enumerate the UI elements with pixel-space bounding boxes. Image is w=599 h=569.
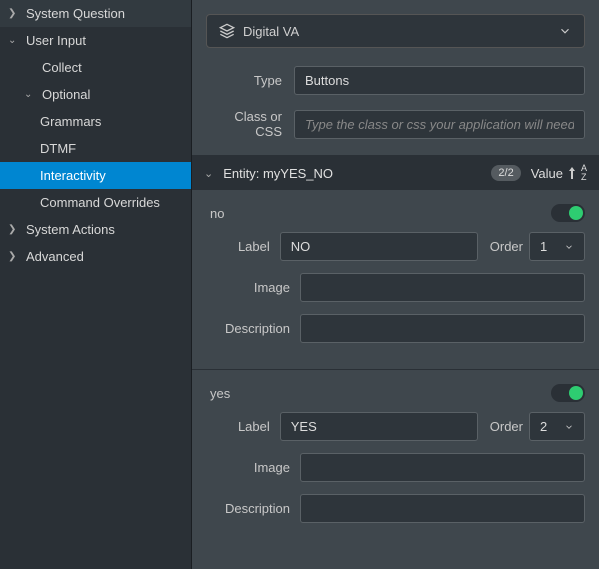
label-field-label: Label bbox=[206, 419, 280, 434]
order-label: Order bbox=[490, 419, 523, 434]
sort-asc-icon bbox=[567, 167, 577, 179]
sidebar-item-optional[interactable]: ⌄ Optional bbox=[0, 81, 191, 108]
description-input[interactable] bbox=[300, 494, 585, 523]
class-label: Class or CSS bbox=[206, 109, 294, 139]
entity-value-no: no Label Order 1 Image Description bbox=[192, 190, 599, 369]
sidebar-item-interactivity[interactable]: Interactivity bbox=[0, 162, 191, 189]
type-label: Type bbox=[206, 73, 294, 88]
class-input[interactable] bbox=[294, 110, 585, 139]
chevron-down-icon bbox=[564, 422, 574, 432]
description-field-label: Description bbox=[206, 321, 300, 336]
order-label: Order bbox=[490, 239, 523, 254]
chevron-down-icon: ⌄ bbox=[24, 89, 38, 100]
value-toggle[interactable] bbox=[551, 384, 585, 402]
image-field-label: Image bbox=[206, 280, 300, 295]
label-field-label: Label bbox=[206, 239, 280, 254]
description-field-label: Description bbox=[206, 501, 300, 516]
sidebar-item-grammars[interactable]: Grammars bbox=[0, 108, 191, 135]
sidebar-item-dtmf[interactable]: DTMF bbox=[0, 135, 191, 162]
order-value: 1 bbox=[540, 239, 547, 254]
entity-title: Entity: myYES_NO bbox=[223, 166, 481, 181]
value-name: yes bbox=[206, 386, 230, 401]
sidebar-item-label: Command Overrides bbox=[40, 195, 160, 210]
sidebar-item-label: Interactivity bbox=[40, 168, 106, 183]
sidebar-item-label: System Question bbox=[26, 6, 125, 21]
sidebar-item-system-actions[interactable]: ❯ System Actions bbox=[0, 216, 191, 243]
image-input[interactable] bbox=[300, 453, 585, 482]
sort-label: Value bbox=[531, 166, 563, 181]
chevron-down-icon: ⌄ bbox=[204, 167, 213, 180]
sort-alpha-icon: AZ bbox=[581, 164, 587, 182]
value-name: no bbox=[206, 206, 224, 221]
layers-icon bbox=[219, 23, 235, 39]
order-value: 2 bbox=[540, 419, 547, 434]
main-panel: Digital VA Type Class or CSS ⌄ Entity: m… bbox=[192, 0, 599, 569]
chevron-right-icon: ❯ bbox=[8, 251, 22, 262]
label-input[interactable] bbox=[280, 232, 478, 261]
sidebar-item-collect[interactable]: Collect bbox=[0, 54, 191, 81]
sidebar-item-label: Grammars bbox=[40, 114, 101, 129]
chevron-down-icon: ⌄ bbox=[8, 35, 22, 46]
entity-header[interactable]: ⌄ Entity: myYES_NO 2/2 Value AZ bbox=[192, 156, 599, 190]
image-input[interactable] bbox=[300, 273, 585, 302]
sidebar-item-system-question[interactable]: ❯ System Question bbox=[0, 0, 191, 27]
order-select[interactable]: 2 bbox=[529, 412, 585, 441]
sort-control[interactable]: Value AZ bbox=[531, 164, 587, 182]
chevron-down-icon bbox=[564, 242, 574, 252]
sidebar: ❯ System Question ⌄ User Input Collect ⌄ Op… bbox=[0, 0, 192, 569]
chevron-right-icon: ❯ bbox=[8, 8, 22, 19]
channel-select[interactable]: Digital VA bbox=[206, 14, 585, 48]
sidebar-item-label: Advanced bbox=[26, 249, 84, 264]
sidebar-item-user-input[interactable]: ⌄ User Input bbox=[0, 27, 191, 54]
sidebar-item-label: User Input bbox=[26, 33, 86, 48]
image-field-label: Image bbox=[206, 460, 300, 475]
sidebar-item-label: System Actions bbox=[26, 222, 115, 237]
description-input[interactable] bbox=[300, 314, 585, 343]
sidebar-item-label: Optional bbox=[42, 87, 90, 102]
chevron-right-icon: ❯ bbox=[8, 224, 22, 235]
sidebar-item-label: DTMF bbox=[40, 141, 76, 156]
order-select[interactable]: 1 bbox=[529, 232, 585, 261]
channel-label: Digital VA bbox=[243, 24, 299, 39]
type-input[interactable] bbox=[294, 66, 585, 95]
entity-count-badge: 2/2 bbox=[491, 165, 520, 181]
sidebar-item-advanced[interactable]: ❯ Advanced bbox=[0, 243, 191, 270]
sidebar-item-label: Collect bbox=[42, 60, 82, 75]
chevron-down-icon bbox=[558, 24, 572, 38]
sidebar-item-command-overrides[interactable]: Command Overrides bbox=[0, 189, 191, 216]
label-input[interactable] bbox=[280, 412, 478, 441]
entity-value-yes: yes Label Order 2 Image Description bbox=[192, 370, 599, 549]
value-toggle[interactable] bbox=[551, 204, 585, 222]
